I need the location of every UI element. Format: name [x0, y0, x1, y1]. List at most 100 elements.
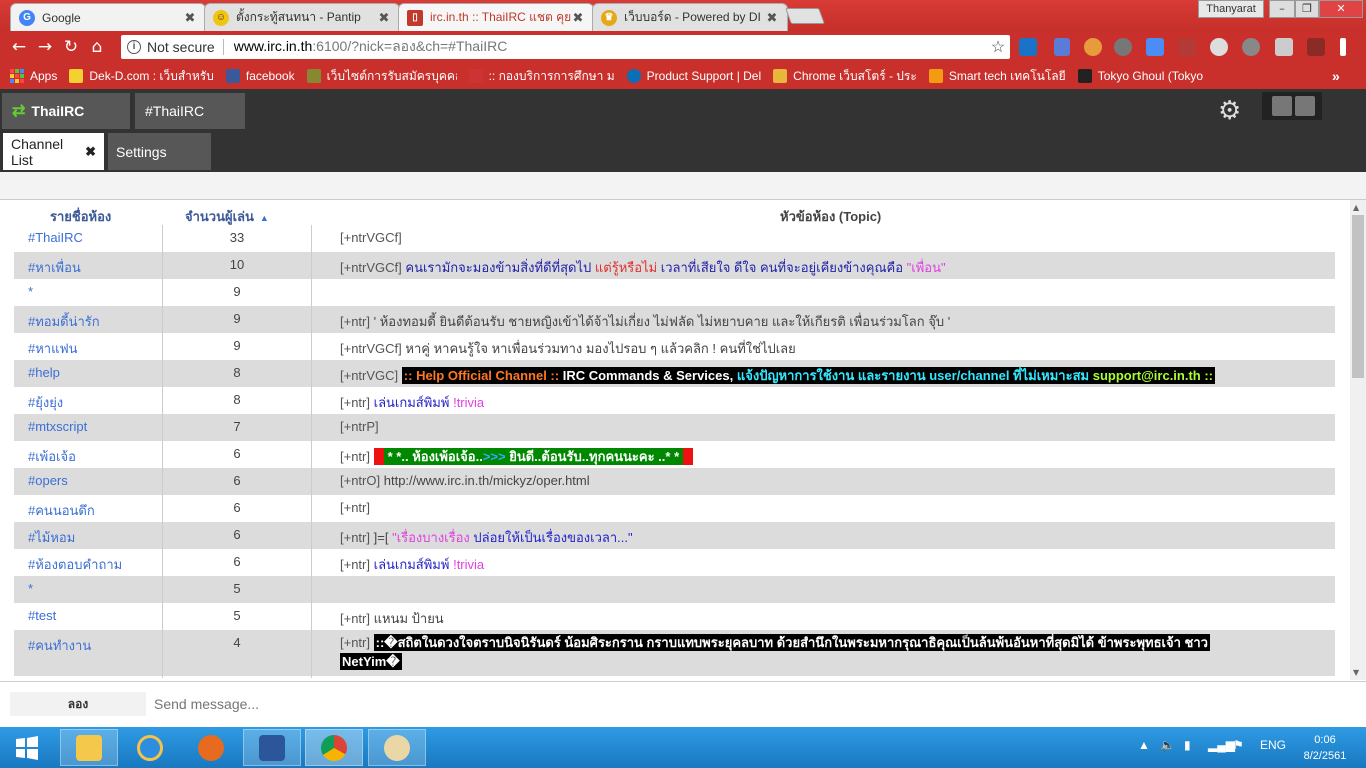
window-close-button[interactable]: ✕ [1319, 0, 1363, 18]
scroll-up-arrow-icon[interactable]: ▲ [1353, 203, 1359, 212]
maximize-button[interactable]: ❐ [1295, 0, 1319, 18]
more-bookmarks-chevron-icon[interactable]: » [1332, 68, 1340, 84]
channel-name[interactable]: #ไม้หอม [28, 527, 75, 548]
channel-name[interactable]: #ทอมดี้น่ารัก [28, 311, 100, 332]
channel-row[interactable]: #help 8 [+ntrVGC] :: Help Official Chann… [14, 360, 1335, 387]
channel-name[interactable]: #หาเพื่อน [28, 257, 81, 278]
owl-extension-icon[interactable] [1084, 38, 1102, 56]
browser-tab-pantip[interactable]: ☺ ตั้งกระทู้สนทนา - Pantip ✖ [204, 3, 400, 31]
browser-tab-google[interactable]: G Google ✖ [10, 3, 206, 31]
hd-extension-icon[interactable] [1178, 38, 1196, 56]
bookmark-chrome-store[interactable]: Chrome เว็บสโตร์ - ประ [773, 67, 917, 86]
film-extension-icon[interactable] [1114, 38, 1132, 56]
channel-name[interactable]: #test [28, 608, 56, 623]
channel-row[interactable]: #mtxscript 7 [+ntrP] [14, 414, 1335, 441]
home-icon[interactable]: ⌂ [84, 34, 110, 60]
channel-row[interactable]: #คนทำงาน 4 [+ntr] ::�สถิตในดวงใจตราบนิจน… [14, 630, 1335, 676]
bookmark-recruit[interactable]: เว็บไซต์การรับสมัครบุคคล [306, 67, 457, 86]
bookmark-apps[interactable]: Apps [10, 69, 57, 83]
action-center-flag-icon[interactable]: ⚑ [1233, 738, 1244, 752]
bookmark-dek-d[interactable]: Dek-D.com : เว็บสำหรับ [69, 67, 214, 86]
grid-extension-icon[interactable] [1275, 38, 1293, 56]
bookmark-education[interactable]: :: กองบริการการศึกษา ม [468, 67, 615, 86]
tab-settings[interactable]: Settings [108, 133, 211, 170]
channel-name[interactable]: #ห้องตอบคำถาม [28, 554, 122, 575]
address-bar[interactable]: i Not secure www.irc.in.th:6100/?nick=ลอ… [121, 35, 1010, 59]
channel-row[interactable]: #ทอมดี้น่ารัก 9 [+ntr] ' ห้องทอมดี้ ยินด… [14, 306, 1335, 333]
tab-channel-list[interactable]: Channel List ✖ [3, 133, 104, 170]
minimize-button[interactable]: – [1269, 0, 1295, 18]
channel-row[interactable]: #test 5 [+ntr] แหนม ป้ายน [14, 603, 1335, 630]
channel-name[interactable]: #opers [28, 473, 68, 488]
menu-kebab-icon[interactable] [1340, 38, 1346, 56]
close-icon[interactable]: ✖ [85, 144, 96, 160]
channel-name[interactable]: * [28, 284, 33, 299]
scroll-down-arrow-icon[interactable]: ▼ [1353, 668, 1359, 677]
column-header-name[interactable]: รายชื่อห้อง [50, 206, 111, 227]
channel-row[interactable]: #ห้องตอบคำถาม 6 [+ntr] เล่นเกมส์พิมพ์ !t… [14, 549, 1335, 576]
translate-extension-icon[interactable] [1146, 38, 1164, 56]
network-signal-icon[interactable]: ▂▄▆ [1208, 738, 1235, 752]
taskbar-firefox[interactable] [182, 729, 240, 766]
new-tab-button[interactable] [785, 8, 825, 24]
channel-row[interactable]: #ยุ้งยุ่ง 8 [+ntr] เล่นเกมส์พิมพ์ !trivi… [14, 387, 1335, 414]
forward-arrow-icon[interactable]: → [32, 34, 58, 60]
taskbar-word[interactable] [243, 729, 301, 766]
system-clock[interactable]: 0:06 8/2/2561 [1300, 732, 1350, 764]
close-tab-icon[interactable]: ✖ [377, 10, 391, 26]
speaker-icon[interactable]: 🔈 [1160, 738, 1175, 752]
channel-name[interactable]: #mtxscript [28, 419, 87, 434]
channel-row[interactable]: #opers 6 [+ntrO] http://www.irc.in.th/mi… [14, 468, 1335, 495]
reload-icon[interactable]: ↻ [58, 34, 84, 60]
back-arrow-icon[interactable]: ← [6, 34, 32, 60]
bookmark-smart-tech[interactable]: Smart tech เทคโนโลยี [928, 67, 1066, 86]
close-tab-icon[interactable]: ✖ [183, 10, 197, 26]
c-extension-icon[interactable] [1210, 38, 1228, 56]
taskbar-paint[interactable] [368, 729, 426, 766]
channel-name[interactable]: * [28, 581, 33, 596]
bookmark-star-icon[interactable]: ☆ [986, 37, 1010, 57]
stop-icon[interactable] [1295, 96, 1315, 116]
channel-name[interactable]: #คนทำงาน [28, 635, 91, 656]
settings-gear-icon[interactable]: ⚙ [1218, 96, 1241, 126]
channel-row[interactable]: * 9 [14, 279, 1335, 306]
channel-name[interactable]: #help [28, 365, 60, 380]
bookmark-dell-support[interactable]: Product Support | Del [626, 69, 761, 83]
column-header-topic[interactable]: หัวข้อห้อง (Topic) [780, 206, 881, 227]
eyedropper-extension-icon[interactable] [1054, 38, 1070, 56]
site-security-indicator[interactable]: i Not secure [121, 39, 224, 55]
browser-tab-ircinth[interactable]: ▯ irc.in.th :: ThaiIRC แชต คุย ✖ [398, 3, 594, 31]
channel-name[interactable]: #เพ้อเจ้อ [28, 446, 76, 467]
close-tab-icon[interactable]: ✖ [571, 10, 585, 26]
play-icon[interactable] [1272, 96, 1292, 116]
taskbar-internet-explorer[interactable] [121, 729, 179, 766]
taskbar-chrome[interactable] [305, 729, 363, 766]
channel-name[interactable]: #หาแฟน [28, 338, 78, 359]
show-hidden-icons-chevron-icon[interactable]: ▲ [1138, 738, 1150, 752]
bookmark-facebook[interactable]: facebook [225, 69, 295, 83]
column-header-users[interactable]: จำนวนผู้เล่น ▲ [185, 206, 269, 227]
channel-tab[interactable]: #ThaiIRC [135, 93, 245, 129]
channel-row[interactable]: * 5 [14, 576, 1335, 603]
battery-icon[interactable]: ▮ [1184, 738, 1191, 752]
network-extension-icon[interactable] [1307, 38, 1325, 56]
scrollbar-thumb[interactable] [1352, 215, 1364, 378]
play-extension-icon[interactable] [1242, 38, 1260, 56]
channel-name[interactable]: #ยุ้งยุ่ง [28, 392, 63, 413]
bookmark-tokyo-ghoul[interactable]: Tokyo Ghoul (Tokyo [1077, 69, 1203, 83]
channel-row[interactable]: #หาเพื่อน 10 [+ntrVGCf] คนเรามักจะมองข้า… [14, 252, 1335, 279]
channel-row[interactable]: #หาแฟน 9 [+ntrVGCf] หาคู่ หาคนรู้ใจ หาเพ… [14, 333, 1335, 360]
nick-button[interactable]: ลอง [10, 692, 146, 716]
ip-extension-icon[interactable] [1019, 38, 1037, 56]
channel-name[interactable]: #คนนอนดึก [28, 500, 95, 521]
channel-row[interactable]: #ไม้หอม 6 [+ntr] ]=[ "เรื่องบางเรื่อง ปล… [14, 522, 1335, 549]
close-tab-icon[interactable]: ✖ [765, 10, 779, 26]
channel-list-scrollbar[interactable]: ▲ ▼ [1350, 200, 1366, 680]
message-input[interactable] [150, 690, 1356, 718]
network-tab[interactable]: ⇄ ThaiIRC [2, 93, 130, 129]
channel-row[interactable]: #ThaiIRC 33 [+ntrVGCf] [14, 225, 1335, 252]
browser-tab-webboard[interactable]: ♛ เว็บบอร์ด - Powered by DI ✖ [592, 3, 788, 31]
profile-name-button[interactable]: Thanyarat [1198, 0, 1264, 18]
start-button[interactable] [0, 729, 54, 766]
channel-name[interactable]: #ThaiIRC [28, 230, 83, 245]
